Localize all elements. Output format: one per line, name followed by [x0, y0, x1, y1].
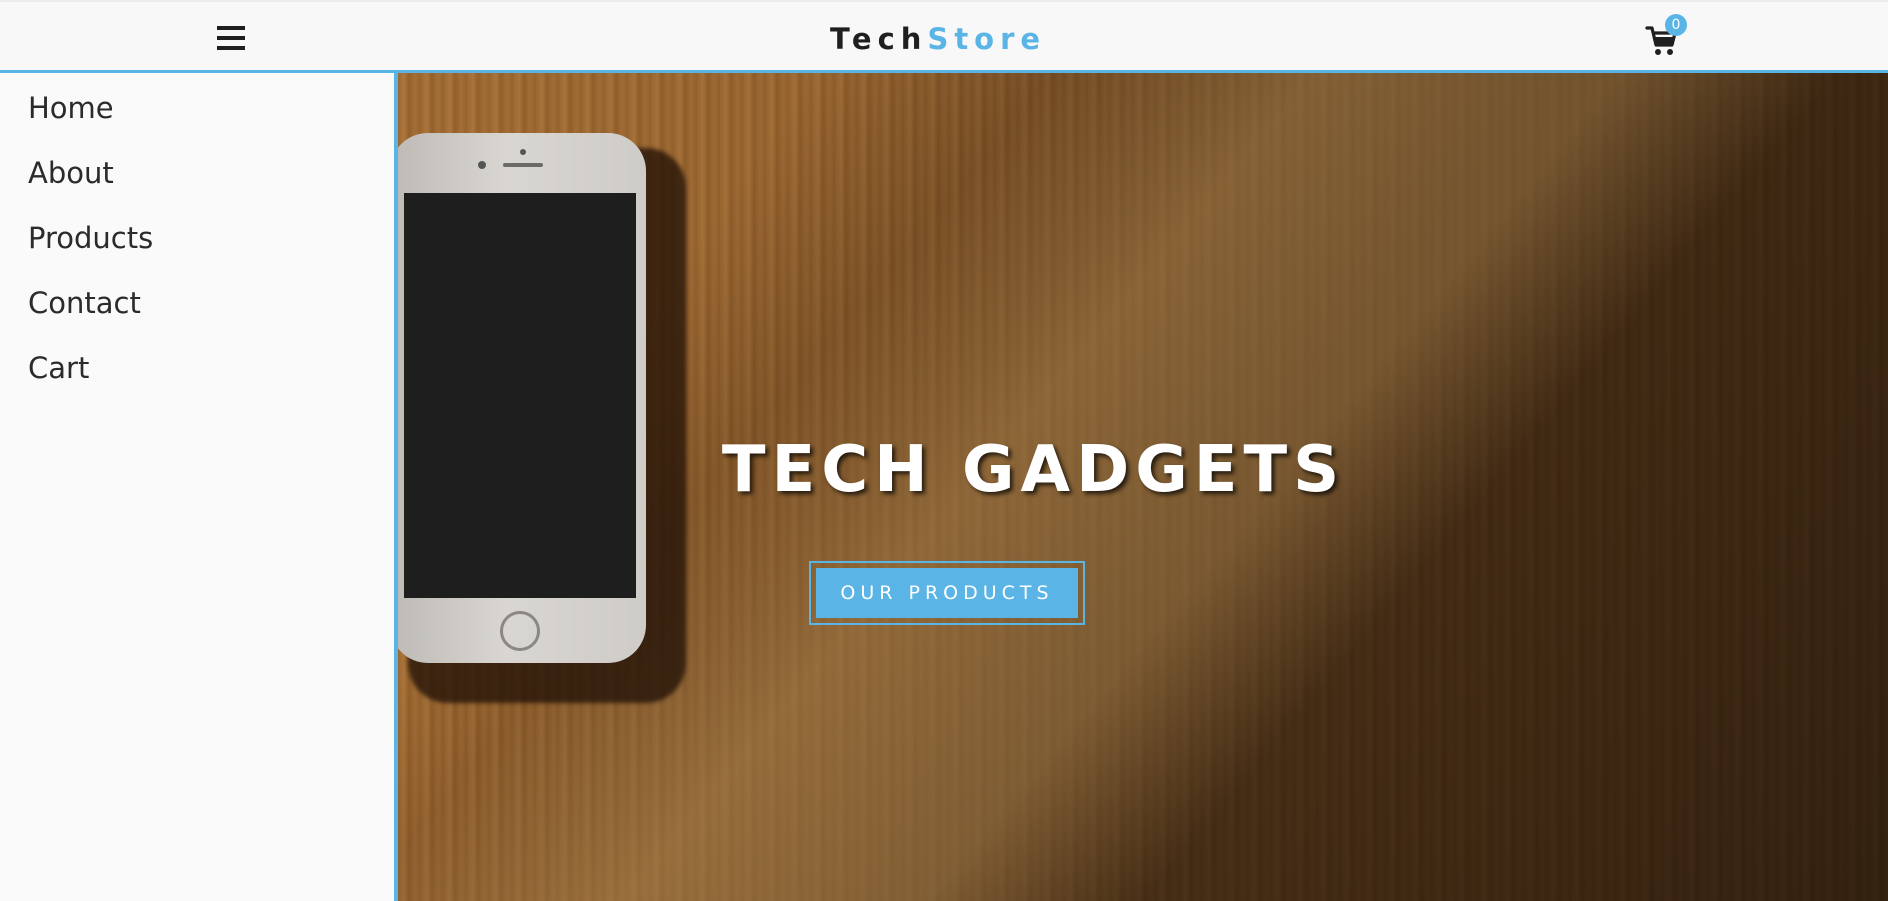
phone-camera	[520, 149, 526, 155]
our-products-button[interactable]: OUR PRODUCTS	[809, 561, 1085, 625]
hero-title: TECH GADGETS	[721, 433, 1346, 507]
hero-banner: TECH GADGETS OUR PRODUCTS	[398, 73, 1888, 901]
phone-home-button	[500, 611, 540, 651]
side-menu: Home About Products Contact Cart	[0, 73, 398, 901]
our-products-button-label: OUR PRODUCTS	[816, 568, 1078, 618]
side-menu-item-home[interactable]: Home	[28, 88, 114, 128]
brand-logo-part-tech: Tech	[830, 22, 928, 56]
phone-sensor	[478, 161, 486, 169]
side-menu-item-contact[interactable]: Contact	[28, 283, 141, 323]
side-menu-item-cart[interactable]: Cart	[28, 348, 89, 388]
cart-button[interactable]: 0	[1645, 14, 1693, 60]
side-menu-item-products[interactable]: Products	[28, 218, 153, 258]
phone-speaker	[503, 163, 543, 167]
brand-logo-part-store: Store	[927, 22, 1047, 56]
top-navbar: TechStore 0	[0, 0, 1888, 73]
hamburger-menu-icon[interactable]	[217, 26, 245, 50]
side-menu-item-about[interactable]: About	[28, 153, 114, 193]
phone-screen	[404, 193, 636, 598]
smartphone-image	[398, 133, 646, 663]
cart-count-badge: 0	[1665, 14, 1687, 36]
brand-logo[interactable]: TechStore	[830, 19, 1046, 59]
